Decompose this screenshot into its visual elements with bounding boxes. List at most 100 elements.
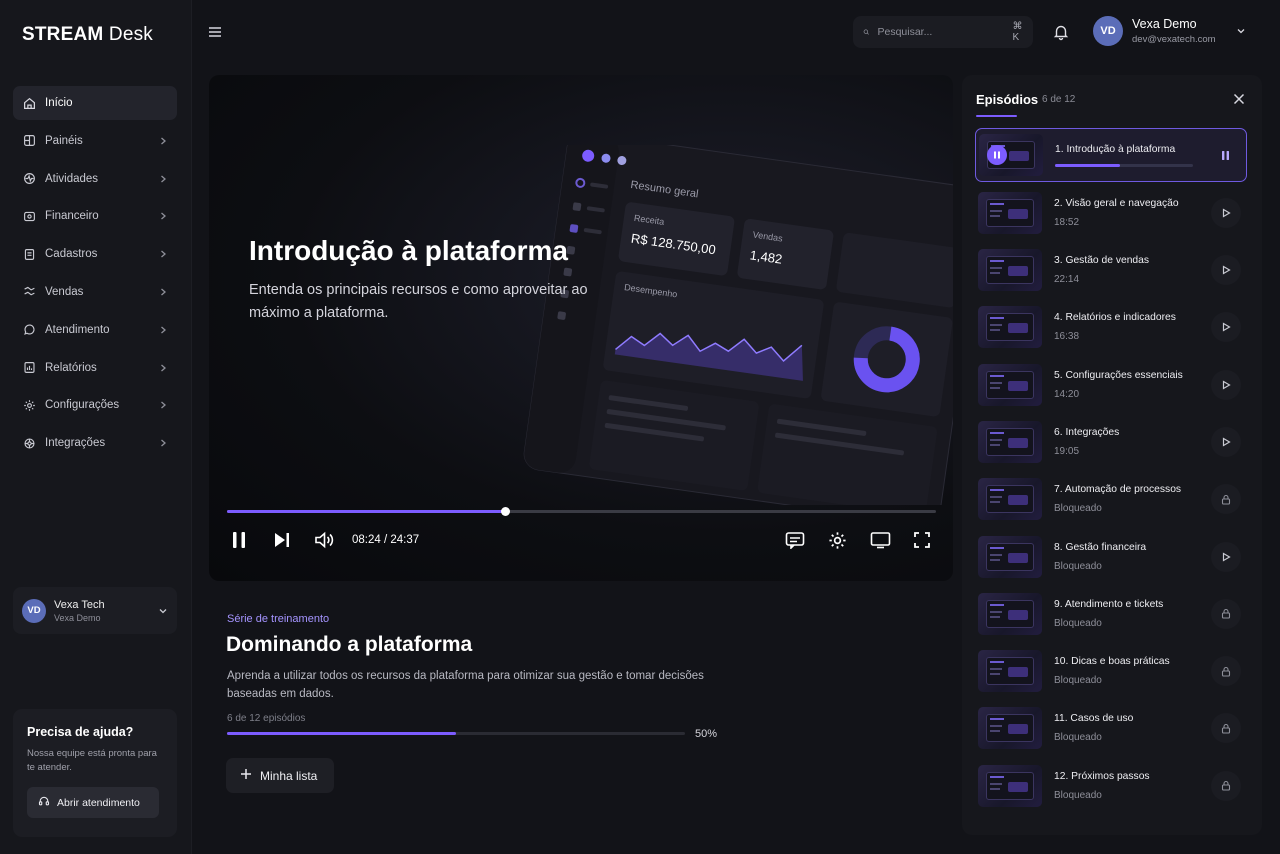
- video-progress-bar[interactable]: [227, 507, 936, 516]
- video-subtitle: Entenda os principais recursos e como ap…: [249, 282, 588, 321]
- sidebar-item-label: Atendimento: [45, 323, 110, 336]
- lock-icon: [1211, 770, 1241, 801]
- pause-button[interactable]: [228, 529, 250, 551]
- bell-icon[interactable]: [1052, 23, 1070, 41]
- brand-logo[interactable]: STREAM Desk: [22, 24, 153, 46]
- sidebar-item-cadastros[interactable]: Cadastros: [13, 237, 177, 271]
- episode-status: Bloqueado: [1054, 789, 1102, 801]
- user-name: Vexa Demo: [1132, 17, 1197, 31]
- chevron-right-icon: [161, 212, 166, 220]
- play-icon[interactable]: [1211, 255, 1241, 286]
- pause-icon: [233, 532, 245, 548]
- sidebar-item-label: Painéis: [45, 134, 83, 147]
- episode-title: 3. Gestão de vendas: [1054, 255, 1150, 267]
- series-title: Dominando a plataforma: [226, 633, 473, 656]
- sidebar-item-paineis[interactable]: Painéis: [13, 124, 177, 158]
- episode-item[interactable]: 11. Casos de uso Bloqueado: [975, 702, 1247, 755]
- help-text: Nossa equipe está pronta para te atender…: [27, 748, 157, 773]
- sidebar-item-label: Financeiro: [45, 210, 99, 223]
- episode-status: Bloqueado: [1054, 732, 1102, 744]
- lock-icon: [1211, 713, 1241, 744]
- episode-duration: 22:14: [1054, 274, 1080, 286]
- account-sub: Vexa Demo: [54, 612, 101, 623]
- episode-progress-fill: [1055, 163, 1120, 167]
- menu-toggle-icon[interactable]: [207, 24, 223, 40]
- video-title: Introdução à plataforma: [249, 235, 568, 266]
- video-player[interactable]: Resumo geral Receita R$ 128.750,00 Venda…: [209, 75, 953, 581]
- play-icon[interactable]: [1211, 541, 1241, 572]
- add-to-my-list-button[interactable]: Minha lista: [226, 758, 334, 793]
- play-icon[interactable]: [1211, 369, 1241, 400]
- sidebar-item-atividades[interactable]: Atividades: [13, 162, 177, 196]
- theater-mode-button[interactable]: [869, 529, 891, 551]
- episode-item[interactable]: 5. Configurações essenciais 14:20: [975, 358, 1247, 411]
- episode-item[interactable]: 6. Integrações 19:05: [975, 415, 1247, 468]
- play-icon[interactable]: [1211, 312, 1241, 343]
- play-icon[interactable]: [1211, 197, 1241, 228]
- episode-item[interactable]: 9. Atendimento e tickets Bloqueado: [975, 587, 1247, 640]
- sidebar-item-label: Relatórios: [45, 361, 97, 374]
- episode-title: 5. Configurações essenciais: [1054, 369, 1183, 381]
- episode-item[interactable]: 3. Gestão de vendas 22:14: [975, 244, 1247, 297]
- volume-button[interactable]: [313, 529, 335, 551]
- sales-icon: [22, 285, 36, 299]
- gear-icon: [828, 531, 846, 549]
- episode-item[interactable]: 12. Próximos passos Bloqueado: [975, 759, 1247, 812]
- form-icon: [22, 247, 36, 261]
- account-name: Vexa Tech: [54, 598, 105, 611]
- episode-item[interactable]: 2. Visão geral e navegação 18:52: [975, 186, 1247, 239]
- add-to-my-list-label: Minha lista: [260, 768, 318, 783]
- episode-item[interactable]: 8. Gestão financeira Bloqueado: [975, 530, 1247, 583]
- episode-item[interactable]: 10. Dicas e boas práticas Bloqueado: [975, 645, 1247, 698]
- sidebar-item-atendimento[interactable]: Atendimento: [13, 313, 177, 347]
- video-progress-handle[interactable]: [501, 507, 511, 516]
- lock-icon: [1211, 484, 1241, 515]
- plus-icon: [240, 768, 252, 783]
- sidebar-item-financeiro[interactable]: Financeiro: [13, 199, 177, 233]
- pause-icon: [987, 145, 1007, 165]
- next-episode-button[interactable]: [271, 529, 293, 551]
- subtitles-button[interactable]: [784, 529, 806, 551]
- episode-thumbnail: [978, 249, 1042, 292]
- chevron-down-icon: [1237, 29, 1245, 34]
- chat-icon: [22, 323, 36, 337]
- episode-item[interactable]: 4. Relatórios e indicadores 16:38: [975, 301, 1247, 354]
- episode-progress-bar: [1055, 163, 1193, 167]
- video-time: 08:24 / 24:37: [352, 534, 420, 546]
- sidebar-item-configuracoes[interactable]: Configurações: [13, 388, 177, 422]
- user-menu[interactable]: VD Vexa Demo dev@vexatech.com: [1093, 16, 1246, 46]
- open-support-button[interactable]: Abrir atendimento: [27, 787, 159, 818]
- episode-thumbnail: [978, 764, 1042, 807]
- episodes-title[interactable]: Episódios: [976, 92, 1038, 107]
- pause-icon[interactable]: [1210, 140, 1240, 170]
- sidebar-item-label: Início: [45, 97, 73, 109]
- account-switcher[interactable]: VD Vexa Tech Vexa Demo: [13, 587, 177, 634]
- sidebar-item-integracoes[interactable]: Integrações: [13, 426, 177, 460]
- subtitles-icon: [785, 532, 805, 549]
- episode-duration: 16:38: [1054, 331, 1080, 343]
- sidebar-item-relatorios[interactable]: Relatórios: [13, 351, 177, 385]
- skip-next-icon: [275, 533, 289, 547]
- fullscreen-button[interactable]: [911, 529, 933, 551]
- episode-item[interactable]: 7. Automação de processos Bloqueado: [975, 473, 1247, 526]
- close-icon[interactable]: [1232, 92, 1246, 106]
- episode-title: 4. Relatórios e indicadores: [1054, 312, 1176, 324]
- play-icon[interactable]: [1211, 426, 1241, 457]
- episodes-count: 6 de 12: [1042, 94, 1076, 105]
- episode-status: Bloqueado: [1054, 675, 1102, 687]
- episode-thumbnail: [978, 592, 1042, 635]
- sidebar-item-vendas[interactable]: Vendas: [13, 275, 177, 309]
- sidebar-item-inicio[interactable]: Início: [13, 86, 177, 120]
- episode-item[interactable]: 1. Introdução à plataforma: [975, 128, 1247, 182]
- series-progress-fill: [227, 732, 456, 735]
- series-description: Aprenda a utilizar todos os recursos da …: [227, 670, 704, 700]
- search-input[interactable]: [877, 26, 1013, 38]
- settings-button[interactable]: [826, 529, 848, 551]
- episode-title: 2. Visão geral e navegação: [1054, 197, 1179, 209]
- video-progress-fill: [227, 510, 506, 513]
- episode-thumbnail: [978, 535, 1042, 578]
- series-progress-percent: 50%: [695, 728, 718, 740]
- sidebar-item-label: Configurações: [45, 399, 120, 412]
- episode-thumbnail: [978, 191, 1042, 234]
- integration-icon: [22, 436, 36, 450]
